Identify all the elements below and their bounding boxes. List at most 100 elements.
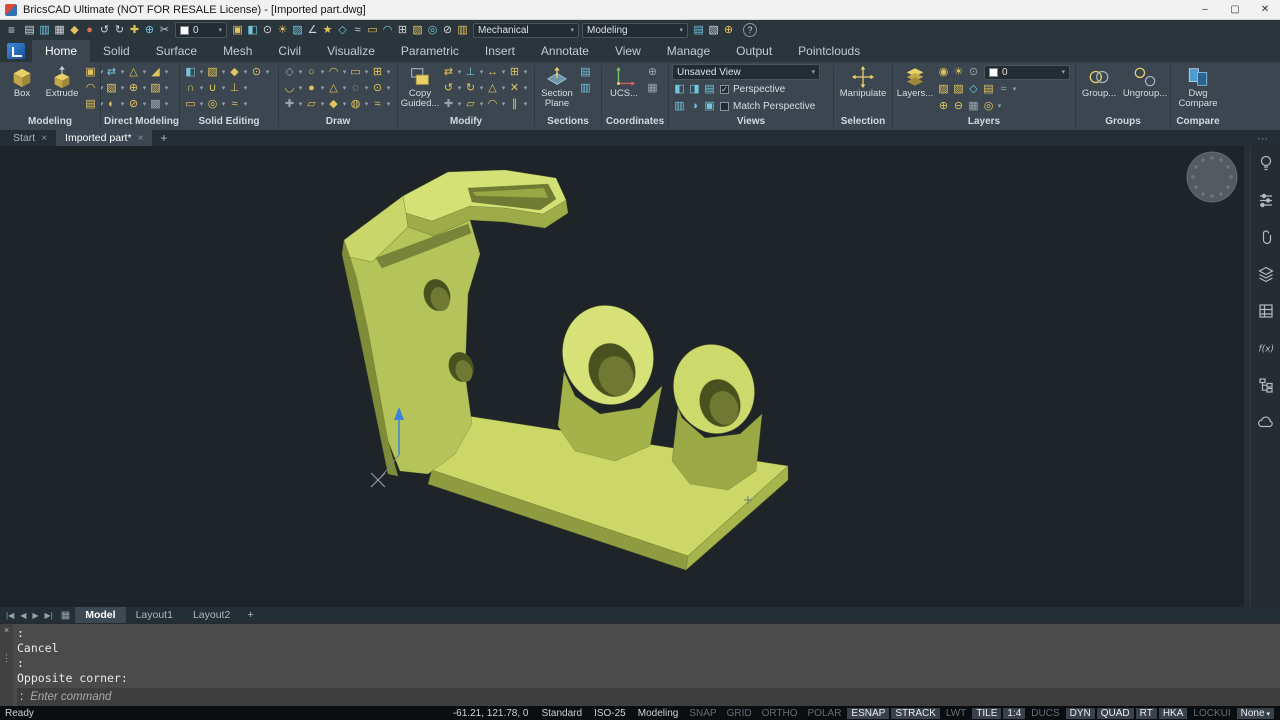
add-layout-button[interactable]: +: [240, 609, 260, 621]
dropdown-caret[interactable]: ▾: [242, 100, 249, 108]
close-tab-icon[interactable]: ×: [41, 133, 47, 144]
tool-icon[interactable]: ▧: [706, 23, 721, 38]
workspace-combo-mechanical[interactable]: Mechanical▾: [473, 23, 579, 38]
layers-icon[interactable]: [1257, 265, 1275, 283]
dropdown-caret[interactable]: ▾: [341, 100, 348, 108]
help-icon[interactable]: ?: [743, 23, 757, 37]
view-combo[interactable]: Unsaved View▾: [672, 64, 820, 80]
ribbon-tab-home[interactable]: Home: [32, 40, 90, 62]
extrude-button[interactable]: Extrude: [43, 64, 81, 99]
tool-icon[interactable]: ✚: [441, 97, 456, 112]
dwg-compare-button[interactable]: Dwg Compare: [1174, 64, 1222, 109]
tool-icon[interactable]: ●: [82, 23, 97, 38]
ribbon-tab-pointclouds[interactable]: Pointclouds: [785, 40, 873, 62]
tool-icon[interactable]: ✚: [127, 23, 142, 38]
tool-icon[interactable]: ◠: [380, 23, 395, 38]
ribbon-tab-mesh[interactable]: Mesh: [210, 40, 265, 62]
tool-icon[interactable]: ▤: [691, 23, 706, 38]
tool-icon[interactable]: ◇: [335, 23, 350, 38]
dropdown-caret[interactable]: ▾: [996, 102, 1003, 110]
tool-icon[interactable]: ◠: [83, 81, 98, 96]
document-tab[interactable]: Imported part*×: [56, 130, 152, 146]
tool-icon[interactable]: ⇄: [104, 65, 119, 80]
close-tab-icon[interactable]: ×: [138, 133, 144, 144]
tool-icon[interactable]: △: [485, 81, 500, 96]
tool-icon[interactable]: ▥: [672, 99, 687, 114]
tool-icon[interactable]: ∩: [183, 81, 198, 96]
tool-icon[interactable]: ○: [304, 65, 319, 80]
dropdown-caret[interactable]: ▾: [319, 100, 326, 108]
tool-icon[interactable]: ◧: [245, 23, 260, 38]
section-plane-button[interactable]: Section Plane: [538, 64, 576, 109]
workspace-combo-modeling[interactable]: Modeling▾: [582, 23, 688, 38]
tool-icon[interactable]: ◢: [148, 65, 163, 80]
tool-icon[interactable]: ◉: [936, 65, 951, 80]
tool-icon[interactable]: ⊕: [126, 81, 141, 96]
tool-icon[interactable]: ↺: [97, 23, 112, 38]
tool-icon[interactable]: ◎: [205, 97, 220, 112]
manipulate-button[interactable]: Manipulate: [840, 64, 886, 99]
dropdown-caret[interactable]: ▾: [500, 100, 507, 108]
match-perspective-checkbox[interactable]: Match Perspective: [720, 101, 815, 112]
dropdown-caret[interactable]: ▾: [319, 84, 326, 92]
document-tab[interactable]: Start×: [4, 130, 56, 146]
status-toggle-dyn[interactable]: DYN: [1066, 708, 1095, 719]
layout-nav-icon[interactable]: ◀: [17, 611, 29, 620]
tool-icon[interactable]: ◐: [104, 97, 119, 112]
tool-icon[interactable]: ▦: [966, 99, 981, 114]
close-button[interactable]: ✕: [1250, 0, 1280, 20]
tool-icon[interactable]: ⊙: [966, 65, 981, 80]
dropdown-caret[interactable]: ▾: [456, 100, 463, 108]
status-toggle-ortho[interactable]: ORTHO: [758, 708, 802, 719]
sheet-icon[interactable]: [1257, 302, 1275, 320]
dropdown-caret[interactable]: ▾: [522, 100, 529, 108]
tool-icon[interactable]: ⊞: [370, 65, 385, 80]
minimize-button[interactable]: –: [1190, 0, 1220, 20]
dropdown-caret[interactable]: ▾: [478, 68, 485, 76]
tool-icon[interactable]: ◎: [425, 23, 440, 38]
application-menu-button[interactable]: [7, 43, 25, 59]
layer-combo[interactable]: 0▾: [984, 65, 1070, 80]
dropdown-caret[interactable]: ▾: [119, 68, 126, 76]
dropdown-caret[interactable]: ▾: [363, 84, 370, 92]
tool-icon[interactable]: △: [326, 81, 341, 96]
tool-icon[interactable]: ▥: [455, 23, 470, 38]
layout-nav-icon[interactable]: |◀: [3, 611, 17, 620]
tool-icon[interactable]: ⊖: [951, 99, 966, 114]
dropdown-caret[interactable]: ▾: [363, 100, 370, 108]
status-coordinates[interactable]: -61.21, 121.78, 0: [446, 708, 536, 719]
command-input[interactable]: : Enter command: [17, 688, 1280, 706]
tool-icon[interactable]: ⊙: [249, 65, 264, 80]
tool-icon[interactable]: ≈: [370, 97, 385, 112]
tool-icon[interactable]: ↺: [441, 81, 456, 96]
tool-icon[interactable]: ◍: [348, 97, 363, 112]
tool-icon[interactable]: ◆: [227, 65, 242, 80]
dropdown-caret[interactable]: ▾: [385, 100, 392, 108]
tool-icon[interactable]: ∠: [305, 23, 320, 38]
status-toggle-rt[interactable]: RT: [1136, 708, 1157, 719]
tool-icon[interactable]: ●: [304, 81, 319, 96]
ungroup-button[interactable]: Ungroup...: [1122, 64, 1168, 99]
status-field[interactable]: Standard: [535, 708, 588, 719]
dropdown-caret[interactable]: ▾: [242, 84, 249, 92]
status-toggle-none[interactable]: None ▾: [1237, 708, 1274, 719]
tool-icon[interactable]: ▧: [951, 82, 966, 97]
paperclip-icon[interactable]: [1257, 228, 1275, 246]
status-toggle-esnap[interactable]: ESNAP: [847, 708, 889, 719]
tool-icon[interactable]: ▣: [230, 23, 245, 38]
tool-icon[interactable]: ≈: [996, 82, 1011, 97]
tool-icon[interactable]: ⊞: [395, 23, 410, 38]
status-toggle-lwt[interactable]: LWT: [942, 708, 970, 719]
dropdown-caret[interactable]: ▾: [297, 84, 304, 92]
dropdown-caret[interactable]: ▾: [163, 84, 170, 92]
dropdown-caret[interactable]: ▾: [500, 68, 507, 76]
tool-icon[interactable]: ⊕: [645, 65, 660, 80]
layout-tab-model[interactable]: Model: [75, 607, 125, 623]
dropdown-caret[interactable]: ▾: [341, 84, 348, 92]
tool-icon[interactable]: ▱: [304, 97, 319, 112]
tool-icon[interactable]: ⊘: [126, 97, 141, 112]
status-toggle-snap[interactable]: SNAP: [685, 708, 720, 719]
tool-icon[interactable]: ◇: [282, 65, 297, 80]
dropdown-caret[interactable]: ▾: [522, 68, 529, 76]
dropdown-caret[interactable]: ▾: [163, 100, 170, 108]
